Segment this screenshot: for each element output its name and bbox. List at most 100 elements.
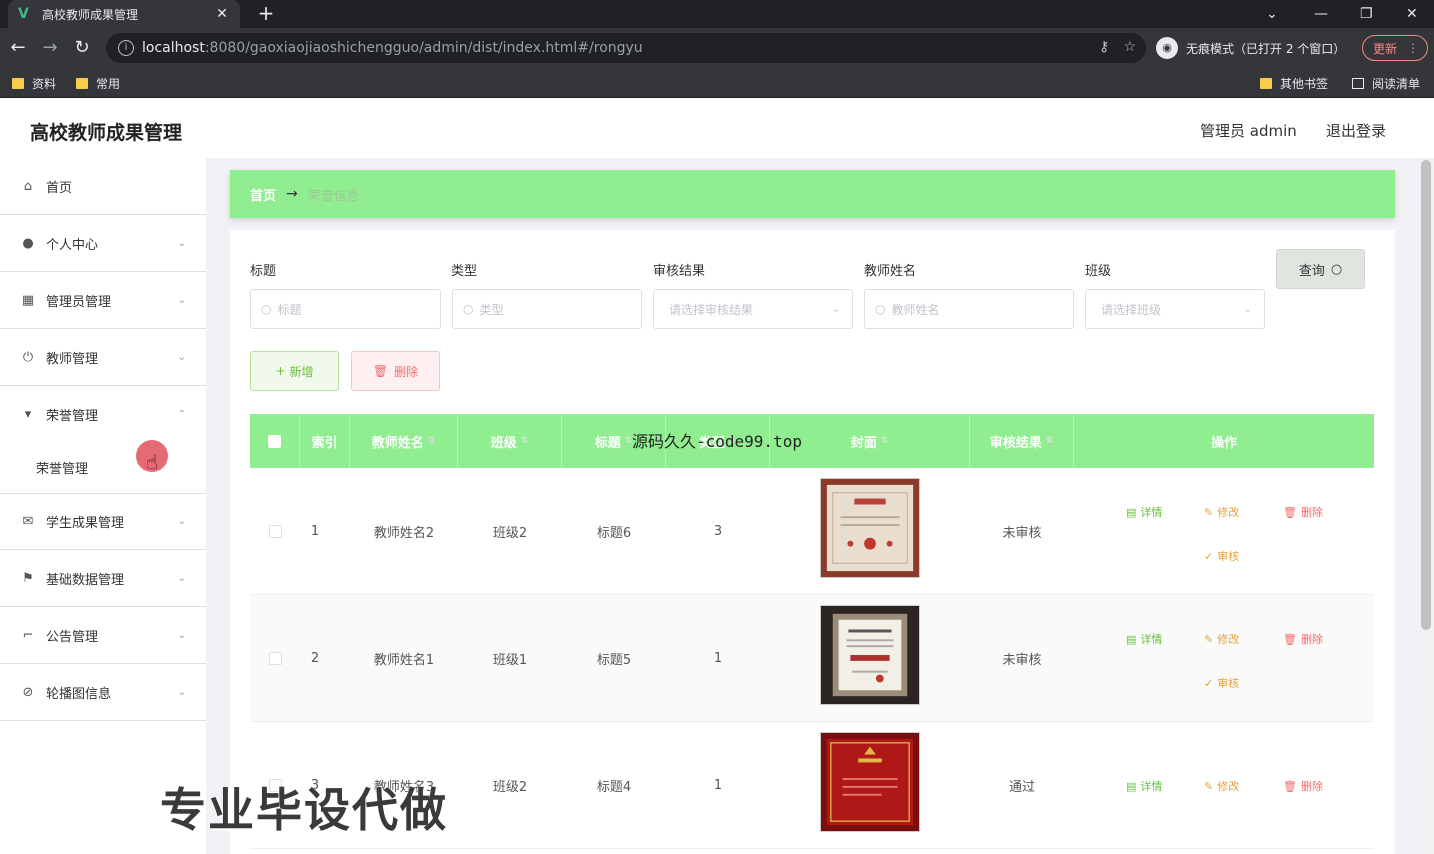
forward-icon[interactable]: → [38,36,62,60]
breadcrumb-home[interactable]: 首页 [250,185,276,204]
audit-button[interactable]: ✓ 审核 [1204,548,1239,564]
key-icon[interactable]: ⚷ [1099,39,1109,55]
bookmark-folder[interactable]: 常用 [76,74,120,92]
row-checkbox[interactable] [268,525,282,538]
current-user: 管理员 admin [1200,122,1297,140]
edit-button[interactable]: ✎ 修改 [1204,504,1239,520]
query-button[interactable]: 查询 ○ [1276,249,1365,289]
thumb-icon: ✓ [1204,676,1214,690]
new-tab-button[interactable]: + [254,2,278,24]
chevron-down-icon: ⌄ [177,516,186,527]
breadcrumb: 首页 → 荣誉信息 [230,170,1395,218]
reload-icon[interactable]: ↻ [70,36,94,60]
type-search-input[interactable]: ○ 类型 [452,289,642,329]
sort-icon[interactable]: ⇅ [1046,436,1054,446]
detail-button[interactable]: ▤ 详情 [1126,778,1162,794]
cell-teacher: 教师姓名2 [373,526,435,541]
address-bar[interactable]: i localhost:8080/gaoxiaojiaoshichengguo/… [106,33,1146,63]
search-icon: ○ [875,302,886,316]
sidebar-item-student-results[interactable]: ✉ 学生成果管理 ⌄ [0,493,206,550]
op-label: 修改 [1217,780,1240,793]
edit-button[interactable]: ✎ 修改 [1204,778,1239,794]
sidebar-item-basic-data[interactable]: ⚑ 基础数据管理 ⌄ [0,550,206,607]
delete-button[interactable]: 🗑 删除 [1283,631,1323,647]
delete-button[interactable]: 🗑 删除 [1283,504,1323,520]
chevron-down-icon: ⌄ [831,303,840,315]
column-label: 操作 [1210,435,1237,451]
sidebar-item-label: 教师管理 [46,351,99,367]
minimize-icon[interactable]: — [1314,0,1328,28]
app-title: 高校教师成果管理 [30,122,183,144]
op-label: 详情 [1140,633,1163,646]
delete-button[interactable]: 🗑 删除 [1283,778,1323,794]
batch-delete-button[interactable]: 🗑 删除 [351,351,440,391]
audit-button[interactable]: ✓ 审核 [1204,675,1239,691]
column-header-class[interactable]: 班级 ⇅ [458,414,562,468]
chevron-down-icon: ⌄ [177,294,186,306]
column-header-audit[interactable]: 审核结果 ⇅ [970,414,1074,468]
sidebar-item-carousel[interactable]: ⊘ 轮播图信息 ⌄ [0,664,206,721]
sidebar-item-admins[interactable]: ▦ 管理员管理 ⌄ [0,272,206,329]
title-search-input[interactable]: ○ 标题 [250,289,441,329]
edit-button[interactable]: ✎ 修改 [1204,631,1239,647]
op-label: 详情 [1140,780,1163,793]
class-select[interactable]: 请选择班级 ⌄ [1085,289,1265,329]
close-tab-icon[interactable]: ✕ [214,6,230,22]
sort-icon[interactable]: ⇅ [881,436,889,446]
audit-result-select[interactable]: 请选择审核结果 ⌄ [653,289,853,329]
cell-audit: 未审核 [1002,653,1042,668]
reading-list[interactable]: 阅读清单 [1352,74,1420,92]
vue-logo-icon: V [18,6,29,22]
close-window-icon[interactable]: ✕ [1406,0,1418,28]
edit-icon: ✎ [1204,505,1214,519]
sidebar-item-profile[interactable]: ● 个人中心 ⌄ [0,215,206,272]
search-icon: ○ [261,302,272,316]
detail-button[interactable]: ▤ 详情 [1126,631,1162,647]
sidebar-item-home[interactable]: ⌂ 首页 [0,158,206,215]
sidebar-subitem-honors[interactable]: 荣誉管理 [36,458,88,477]
incognito-icon: ◉ [1156,37,1178,59]
sidebar-item-label: 学生成果管理 [46,516,125,531]
scrollbar-thumb[interactable] [1421,160,1431,630]
source-watermark: 源码久久-code99.top [632,432,802,451]
input-placeholder: 标题 [277,302,302,317]
logout-link[interactable]: 退出登录 [1326,120,1386,141]
other-bookmarks[interactable]: 其他书签 [1260,74,1328,92]
row-checkbox[interactable] [268,652,282,665]
bookmark-folder[interactable]: 资料 [12,74,56,92]
column-header-teacher[interactable]: 教师姓名 ⇅ [350,414,458,468]
update-button[interactable]: 更新 ⋮ [1362,35,1428,61]
site-info-icon[interactable]: i [118,40,134,56]
chevron-down-icon: ⌄ [177,351,186,363]
sidebar-item-honors[interactable]: ▾ 荣誉管理 ⌃ [0,386,206,443]
cell-index: 1 [310,524,320,539]
filter-class-label: 班级 [1085,264,1112,279]
sidebar-item-teachers[interactable]: ⏻ 教师管理 ⌄ [0,329,206,386]
image-icon: ⊘ [22,684,34,700]
tab-title: 高校教师成果管理 [42,7,139,22]
input-placeholder: 类型 [479,302,504,317]
page-scrollbar[interactable] [1418,158,1434,854]
sort-icon[interactable]: ⇅ [521,436,529,446]
hand-cursor-icon: ☝ [146,450,159,474]
incognito-indicator[interactable]: ◉ 无痕模式（已打开 2 个窗口） [1156,34,1345,62]
update-label: 更新 [1373,41,1398,56]
select-all-checkbox[interactable] [268,434,281,448]
sidebar-item-label: 管理员管理 [46,294,112,310]
sort-icon[interactable]: ⇅ [428,436,436,446]
trash-icon: 🗑 [1283,632,1297,646]
edit-icon: ✎ [1204,779,1214,793]
plus-icon: + [275,364,286,378]
browser-tabbar: V 高校教师成果管理 ✕ + ⌄ — ❐ ✕ [0,0,1434,28]
browser-tab[interactable]: V 高校教师成果管理 ✕ [8,0,240,28]
tab-search-icon[interactable]: ⌄ [1266,0,1278,28]
bookmarks-bar: 资料 常用 其他书签 阅读清单 [0,68,1434,98]
teacher-name-input[interactable]: ○ 教师姓名 [864,289,1074,329]
restore-icon[interactable]: ❐ [1360,0,1373,28]
star-icon[interactable]: ☆ [1123,39,1136,55]
sidebar-item-notices[interactable]: ⌐ 公告管理 ⌄ [0,607,206,664]
document-icon: ▤ [1126,632,1137,646]
detail-button[interactable]: ▤ 详情 [1126,504,1162,520]
add-button[interactable]: + 新增 [250,351,339,391]
back-icon[interactable]: ← [6,36,30,60]
